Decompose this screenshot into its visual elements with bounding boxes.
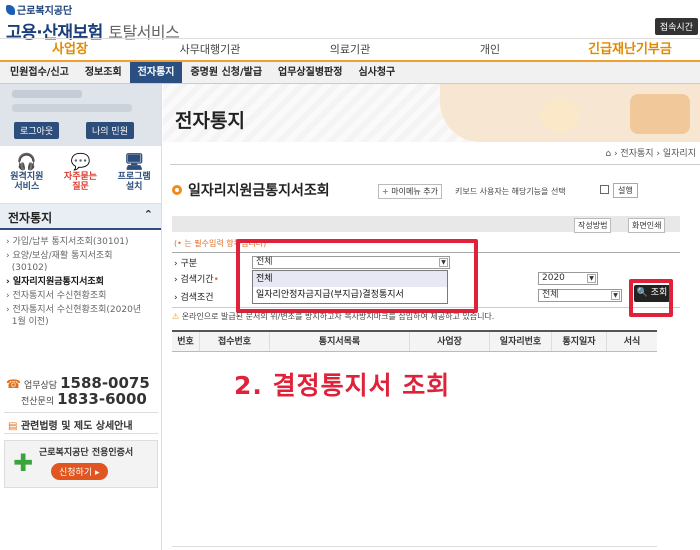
sidebar: 로그아웃 나의 민원 🎧 원격지원 서비스 💬 자주묻는 질문 🖥 프로그램 설…	[0, 84, 162, 550]
sidebar-item-job-support-notice[interactable]: › 일자리지원금통지서조회	[6, 276, 157, 288]
lnb-info-search[interactable]: 정보조회	[77, 62, 130, 83]
chevron-up-icon: ⌃	[143, 208, 153, 221]
col-notice-date: 통지일자	[552, 332, 607, 351]
blurred-user-name	[12, 90, 82, 98]
page-title: 전자통지	[175, 110, 245, 132]
col-no: 번호	[172, 332, 200, 351]
site-logo[interactable]: 근로복지공단 고용·산재보험 토탈서비스	[6, 2, 180, 43]
tool-bar: 작성방법 화면인쇄	[172, 216, 680, 233]
contact-info: ☎ 업무상담 1588-0075 전산문의 1833-6000	[6, 374, 156, 408]
quick-links: 🎧 원격지원 서비스 💬 자주묻는 질문 🖥 프로그램 설치	[0, 146, 161, 204]
headset-icon: 🎧	[16, 152, 37, 171]
condition-select[interactable]: 전체 ▼	[538, 289, 622, 302]
highlight-box-dropdown	[236, 239, 478, 313]
instruction-overlay: 2. 결정통지서 조회	[234, 371, 451, 400]
writing-guide-button[interactable]: 작성방법	[574, 218, 612, 233]
sidebar-item-receipt-status-old[interactable]: › 전자통지서 수신현황조회(2020년 1월 이전)	[6, 304, 157, 328]
col-job-no: 일자리번호	[490, 332, 552, 351]
monitor-icon: 🖥	[123, 152, 145, 171]
print-screen-button[interactable]: 화면인쇄	[628, 218, 666, 233]
login-time-button[interactable]: 접속시간	[654, 18, 698, 35]
phone-icon: ☎	[6, 377, 21, 391]
it-label: 전산문의	[21, 397, 55, 407]
chat-icon: 💬	[70, 152, 91, 171]
blurred-user-info	[12, 104, 132, 112]
section-title: 일자리지원금통지서조회	[188, 183, 330, 199]
gnb-agency[interactable]: 사무대행기관	[140, 39, 280, 60]
org-logo-icon	[6, 4, 15, 15]
col-receipt-no: 접수번호	[200, 332, 270, 351]
notice-text: ⚠ 온라인으로 발급된 문서의 위/변조를 방지하고자 복사방지마크를 삽입하여…	[172, 312, 495, 321]
top-header: 근로복지공단 고용·산재보험 토탈서비스 접속시간	[0, 0, 700, 43]
gnb-disaster-donation[interactable]: 긴급재난기부금	[560, 39, 700, 60]
biz-label: 업무상담	[23, 381, 58, 391]
year-select[interactable]: 2020 ▼	[538, 272, 598, 285]
lnb-e-notice[interactable]: 전자통지	[129, 62, 183, 83]
gnb-personal[interactable]: 개인	[420, 39, 560, 60]
circle-bullet-icon	[172, 185, 182, 195]
period-label: › 검색기간•	[174, 275, 219, 285]
my-civil-button[interactable]: 나의 민원	[86, 122, 134, 139]
chevron-down-icon: ▼	[587, 274, 596, 283]
keyboard-checkbox[interactable]	[600, 185, 609, 194]
sidebar-item-care-notice[interactable]: › 요양/보상/재활 통지서조회 (30102)	[6, 250, 157, 274]
org-name: 근로복지공단	[17, 6, 73, 17]
it-phone: 1833-6000	[57, 390, 147, 408]
lnb-certificate[interactable]: 증명원 신청/발급	[182, 62, 270, 83]
warning-icon: ⚠	[172, 312, 180, 321]
type-label: › 구분	[174, 259, 198, 269]
plus-icon: ✚	[13, 449, 34, 477]
col-workplace: 사업장	[410, 332, 490, 351]
breadcrumb: ⌂ › 전자통지 › 일자리지	[605, 149, 696, 159]
highlight-box-search	[629, 279, 673, 317]
keyboard-text: 키보드 사용자는 해당기능을 선택	[455, 187, 566, 196]
col-notice-list: 통지서목록	[270, 332, 410, 351]
cert-apply-button[interactable]: 신청하기 ▸	[51, 463, 108, 480]
logout-button[interactable]: 로그아웃	[14, 122, 60, 139]
gnb-workplace[interactable]: 사업장	[0, 39, 140, 60]
condition-label: › 검색조건	[174, 293, 214, 303]
lnb-review-request[interactable]: 심사청구	[350, 62, 403, 83]
program-install-link[interactable]: 🖥 프로그램 설치	[110, 152, 158, 197]
sidebar-item-receipt-status[interactable]: › 전자통지서 수신현황조회	[6, 290, 157, 302]
col-form: 서식	[623, 337, 641, 347]
add-my-menu-button[interactable]: + 마이메뉴 추가	[378, 184, 442, 199]
profile-box: 로그아웃 나의 민원	[0, 84, 161, 146]
local-nav: 민원접수/신고 정보조회 전자통지 증명원 신청/발급 업무상질병판정 심사청구	[0, 62, 700, 84]
sidebar-item-payment-notice[interactable]: › 가입/납부 통지서조회(30101)	[6, 236, 157, 248]
remote-support-link[interactable]: 🎧 원격지원 서비스	[3, 152, 51, 197]
divider	[170, 164, 700, 165]
certificate-banner: ✚ 근로복지공단 전용인증서 신청하기 ▸	[4, 440, 158, 488]
faq-link[interactable]: 💬 자주묻는 질문	[56, 152, 104, 197]
sidebar-section-title[interactable]: 전자통지 ⌃	[0, 204, 161, 230]
page-banner: 전자통지	[163, 84, 700, 142]
global-nav: 사업장 사무대행기관 의료기관 개인 긴급재난기부금	[0, 38, 700, 62]
keyboard-run-button[interactable]: 설행	[613, 183, 638, 198]
laws-link[interactable]: ▤ 관련법령 및 제도 상세안내	[4, 412, 158, 434]
result-table-header: 번호 접수번호 통지서목록 사업장 일자리번호 통지일자 서식	[172, 330, 657, 352]
cert-text: 근로복지공단 전용인증서	[39, 448, 134, 458]
gnb-medical[interactable]: 의료기관	[280, 39, 420, 60]
chevron-down-icon: ▼	[611, 291, 620, 300]
sidebar-menu: › 가입/납부 통지서조회(30101) › 요양/보상/재활 통지서조회 (3…	[0, 230, 161, 328]
document-icon: ▤	[8, 421, 18, 432]
lnb-civil-report[interactable]: 민원접수/신고	[2, 62, 77, 83]
lnb-disease-judgement[interactable]: 업무상질병판정	[270, 62, 350, 83]
